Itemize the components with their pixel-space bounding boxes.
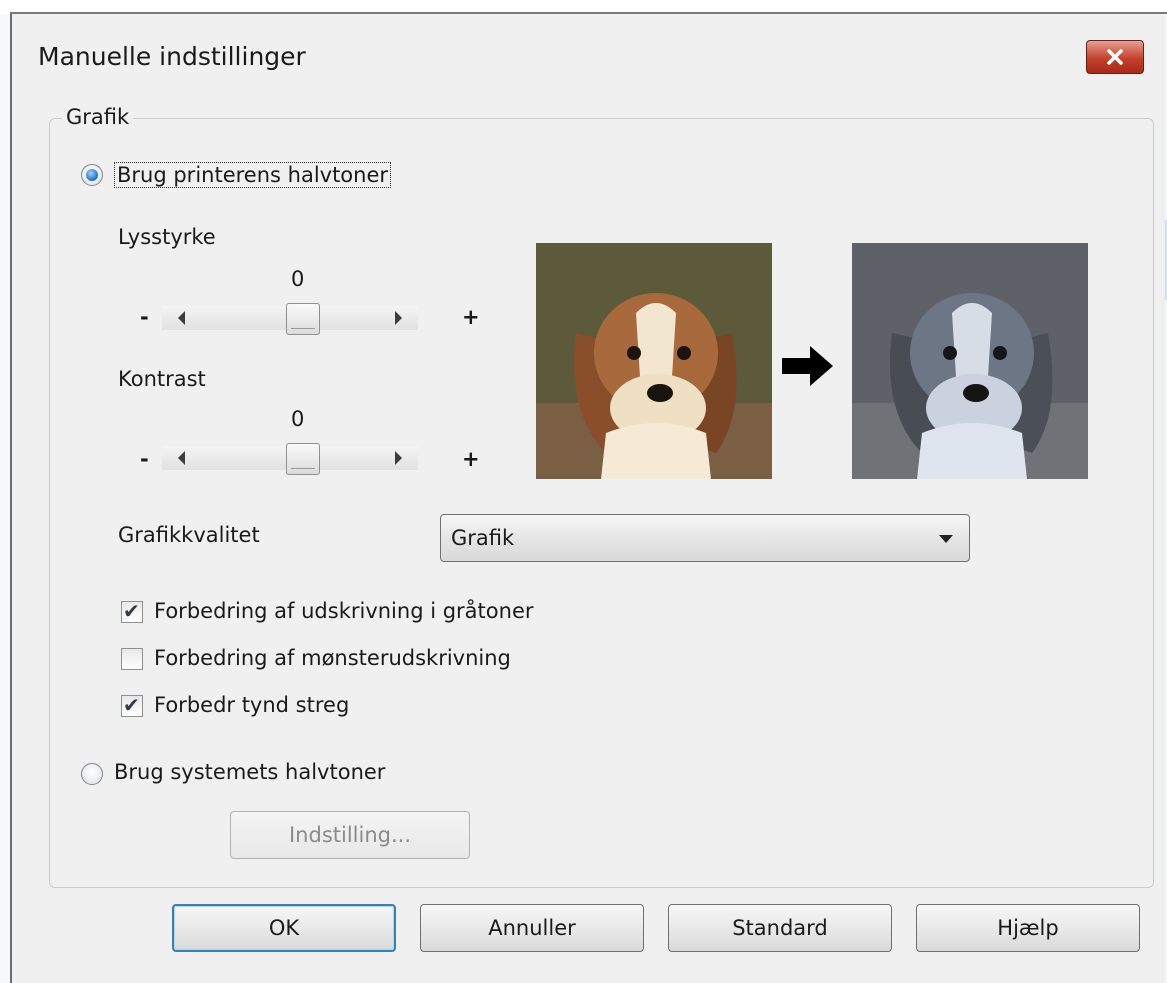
grayscale-enhance-checkbox[interactable]: ✔ xyxy=(121,599,143,623)
chevron-down-icon xyxy=(939,535,953,543)
brightness-slider-thumb[interactable] xyxy=(286,303,320,335)
cancel-button[interactable]: Annuller xyxy=(420,904,644,952)
window-title: Manuelle indstillinger xyxy=(38,42,306,71)
thin-line-checkbox[interactable]: ✔ xyxy=(121,693,143,717)
thin-line-label[interactable]: Forbedr tynd streg xyxy=(154,693,349,717)
system-halftones-radio[interactable] xyxy=(81,763,103,785)
preview-original-image xyxy=(536,243,772,479)
group-legend: Grafik xyxy=(62,105,134,129)
settings-button[interactable]: Indstilling... xyxy=(230,811,470,859)
grayscale-enhance-label[interactable]: Forbedring af udskrivning i gråtoner xyxy=(154,599,534,623)
slider-right-arrow-icon[interactable] xyxy=(395,311,402,325)
default-button-label: Standard xyxy=(732,916,828,940)
pattern-enhance-label[interactable]: Forbedring af mønsterudskrivning xyxy=(154,646,511,670)
system-halftones-label[interactable]: Brug systemets halvtoner xyxy=(114,760,385,784)
title-bar: Manuelle indstillinger xyxy=(12,14,1165,96)
check-icon: ✔ xyxy=(123,693,140,717)
contrast-plus: + xyxy=(462,447,480,471)
help-button-label: Hjælp xyxy=(997,916,1059,940)
brightness-minus: - xyxy=(140,305,149,329)
arrow-right-icon xyxy=(782,346,833,386)
settings-button-label: Indstilling... xyxy=(288,823,411,847)
contrast-label: Kontrast xyxy=(118,367,206,391)
background-strip xyxy=(0,0,1167,14)
contrast-minus: - xyxy=(140,447,149,471)
slider-left-arrow-icon[interactable] xyxy=(178,311,185,325)
slider-right-arrow-icon[interactable] xyxy=(395,451,402,465)
preview-halftone-image xyxy=(852,243,1088,479)
brightness-value: 0 xyxy=(291,267,305,291)
ok-button[interactable]: OK xyxy=(172,904,396,952)
brightness-plus: + xyxy=(462,305,480,329)
graphics-quality-selected: Grafik xyxy=(451,526,515,550)
brightness-slider[interactable] xyxy=(162,303,418,335)
pattern-enhance-checkbox[interactable] xyxy=(121,648,143,670)
close-icon xyxy=(1107,49,1123,65)
contrast-value: 0 xyxy=(291,407,305,431)
check-icon: ✔ xyxy=(123,599,140,623)
dialog-window: Manuelle indstillinger Grafik Brug print… xyxy=(10,14,1165,983)
slider-left-arrow-icon[interactable] xyxy=(178,451,185,465)
contrast-slider-thumb[interactable] xyxy=(286,443,320,475)
default-button[interactable]: Standard xyxy=(668,904,892,952)
cancel-button-label: Annuller xyxy=(488,916,576,940)
help-button[interactable]: Hjælp xyxy=(916,904,1140,952)
ok-button-label: OK xyxy=(268,916,300,940)
brightness-label: Lysstyrke xyxy=(118,225,216,249)
contrast-slider[interactable] xyxy=(162,443,418,475)
close-button[interactable] xyxy=(1086,40,1144,74)
printer-halftones-radio[interactable] xyxy=(81,164,103,186)
graphics-quality-label: Grafikkvalitet xyxy=(118,523,260,547)
printer-halftones-label[interactable]: Brug printerens halvtoner xyxy=(114,162,392,188)
graphics-quality-dropdown[interactable]: Grafik xyxy=(440,514,970,562)
graphics-group: Grafik Brug printerens halvtoner Lysstyr… xyxy=(49,105,1154,888)
